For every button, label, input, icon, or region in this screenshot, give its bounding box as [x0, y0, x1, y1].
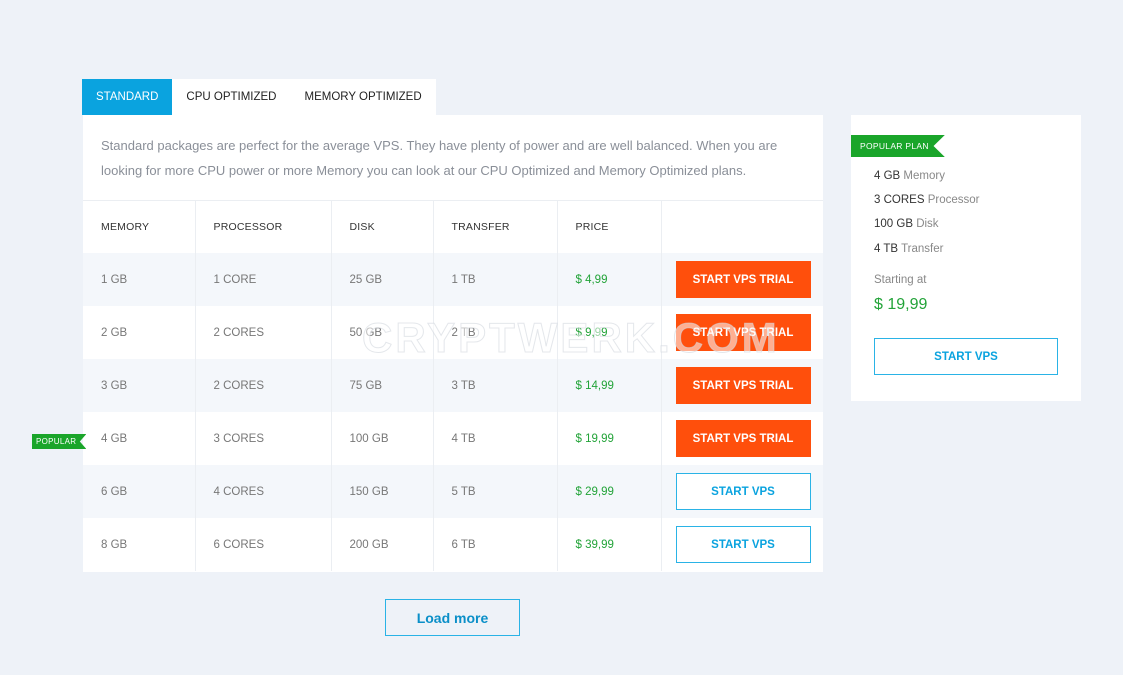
action-cell: START VPS — [661, 518, 823, 571]
table-row: 8 GB 6 CORES 200 GB 6 TB $ 39,99 START V… — [83, 518, 823, 571]
spec-memory: 4 GB Memory — [874, 170, 945, 182]
starting-at-label: Starting at — [874, 274, 927, 286]
price-cell: $ 9,99 — [557, 306, 662, 359]
memory-cell: 6 GB — [83, 465, 196, 518]
transfer-cell: 2 TB — [433, 306, 558, 359]
table-row: 4 GB 3 CORES 100 GB 4 TB $ 19,99 START V… — [83, 412, 823, 465]
start-vps-trial-button[interactable]: START VPS TRIAL — [675, 367, 811, 404]
disk-cell: 75 GB — [331, 359, 434, 412]
tab-cpu-optimized[interactable]: CPU OPTIMIZED — [172, 79, 290, 115]
table-row: 1 GB 1 CORE 25 GB 1 TB $ 4,99 START VPS … — [83, 253, 823, 306]
disk-cell: 200 GB — [331, 518, 434, 571]
popular-plan-card: POPULAR PLAN 4 GB Memory 3 CORES Process… — [851, 115, 1081, 401]
transfer-cell: 5 TB — [433, 465, 558, 518]
action-cell: START VPS — [661, 465, 823, 518]
start-vps-trial-button[interactable]: START VPS TRIAL — [675, 420, 811, 457]
header-transfer: TRANSFER — [433, 201, 558, 253]
processor-cell: 4 CORES — [195, 465, 332, 518]
price-cell: $ 19,99 — [557, 412, 662, 465]
header-action — [661, 201, 823, 253]
tab-standard[interactable]: STANDARD — [82, 79, 173, 115]
processor-cell: 6 CORES — [195, 518, 332, 571]
popular-plan-badge: POPULAR PLAN — [851, 135, 945, 157]
price-cell: $ 4,99 — [557, 253, 662, 306]
transfer-cell: 4 TB — [433, 412, 558, 465]
spec-value: 3 CORES — [874, 194, 925, 206]
disk-cell: 25 GB — [331, 253, 434, 306]
price-cell: $ 39,99 — [557, 518, 662, 571]
table-row: 6 GB 4 CORES 150 GB 5 TB $ 29,99 START V… — [83, 465, 823, 518]
price-cell: $ 29,99 — [557, 465, 662, 518]
spec-value: 4 TB — [874, 243, 899, 255]
plan-description: Standard packages are perfect for the av… — [101, 138, 778, 178]
memory-cell: 2 GB — [83, 306, 196, 359]
processor-cell: 3 CORES — [195, 412, 332, 465]
disk-cell: 150 GB — [331, 465, 434, 518]
tab-memory-optimized[interactable]: MEMORY OPTIMIZED — [291, 79, 436, 115]
transfer-cell: 1 TB — [433, 253, 558, 306]
disk-cell: 100 GB — [331, 412, 434, 465]
starting-price: $ 19,99 — [874, 296, 928, 313]
start-vps-button[interactable]: START VPS — [874, 338, 1058, 375]
header-processor: PROCESSOR — [195, 201, 332, 253]
spec-label: Transfer — [898, 243, 944, 255]
transfer-cell: 3 TB — [433, 359, 558, 412]
transfer-cell: 6 TB — [433, 518, 558, 571]
spec-label: Memory — [900, 170, 945, 182]
processor-cell: 1 CORE — [195, 253, 332, 306]
header-price: PRICE — [557, 201, 662, 253]
start-vps-button[interactable]: START VPS — [675, 473, 811, 510]
memory-cell: 1 GB — [83, 253, 196, 306]
start-vps-trial-button[interactable]: START VPS TRIAL — [675, 261, 811, 298]
spec-disk: 100 GB Disk — [874, 218, 939, 230]
spec-value: 100 GB — [874, 218, 913, 230]
spec-transfer: 4 TB Transfer — [874, 243, 943, 255]
start-vps-trial-button[interactable]: START VPS TRIAL — [675, 314, 811, 351]
load-more-button[interactable]: Load more — [385, 599, 520, 636]
spec-value: 4 GB — [874, 170, 901, 182]
action-cell: START VPS TRIAL — [661, 359, 823, 412]
memory-cell: 3 GB — [83, 359, 196, 412]
memory-cell: 8 GB — [83, 518, 196, 571]
pricing-table: MEMORY PROCESSOR DISK TRANSFER PRICE 1 G… — [83, 201, 823, 571]
action-cell: START VPS TRIAL — [661, 306, 823, 359]
action-cell: START VPS TRIAL — [661, 253, 823, 306]
start-vps-button[interactable]: START VPS — [675, 526, 811, 563]
spec-label: Disk — [913, 218, 939, 230]
header-disk: DISK — [331, 201, 434, 253]
header-memory: MEMORY — [83, 201, 196, 253]
table-row: 2 GB 2 CORES 50 GB 2 TB $ 9,99 START VPS… — [83, 306, 823, 359]
pricing-panel: Standard packages are perfect for the av… — [83, 115, 823, 572]
spec-label: Processor — [924, 194, 980, 206]
processor-cell: 2 CORES — [195, 306, 332, 359]
processor-cell: 2 CORES — [195, 359, 332, 412]
plan-tabs: STANDARD CPU OPTIMIZED MEMORY OPTIMIZED — [82, 79, 436, 115]
table-row: 3 GB 2 CORES 75 GB 3 TB $ 14,99 START VP… — [83, 359, 823, 412]
popular-badge: POPULAR — [32, 434, 87, 449]
memory-cell: 4 GB — [83, 412, 196, 465]
price-cell: $ 14,99 — [557, 359, 662, 412]
table-header-row: MEMORY PROCESSOR DISK TRANSFER PRICE — [83, 201, 823, 253]
disk-cell: 50 GB — [331, 306, 434, 359]
action-cell: START VPS TRIAL — [661, 412, 823, 465]
spec-processor: 3 CORES Processor — [874, 194, 979, 206]
